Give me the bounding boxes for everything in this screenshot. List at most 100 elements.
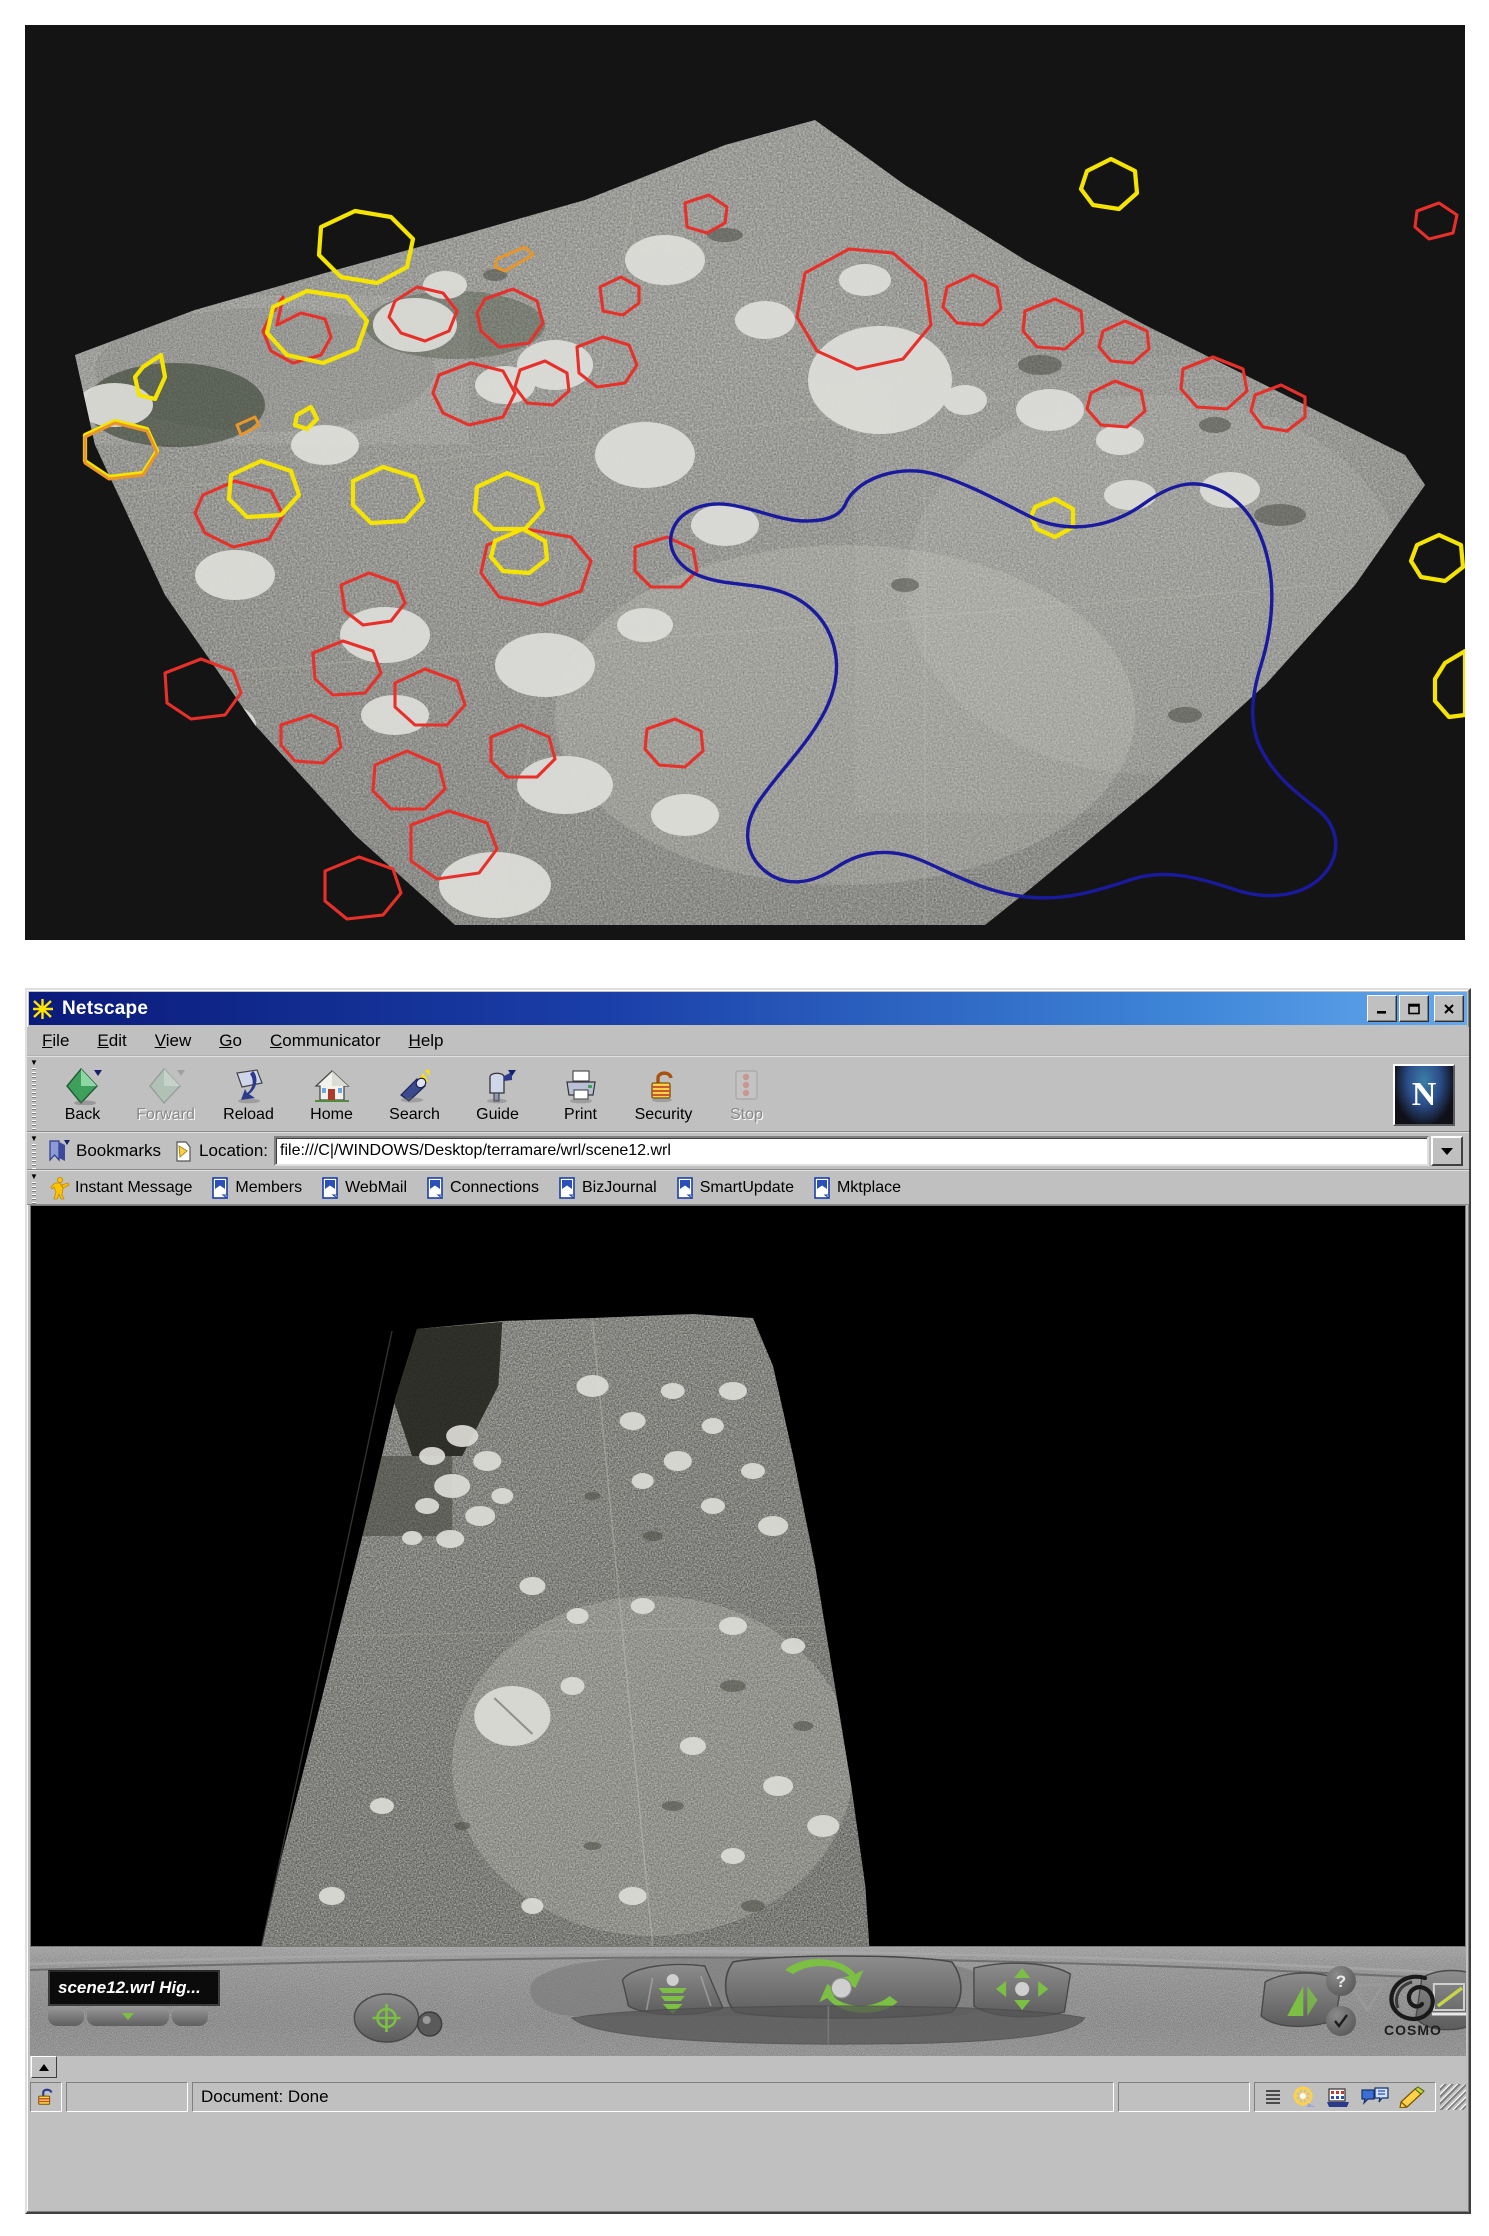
menu-file[interactable]: File <box>39 1029 72 1053</box>
vrml-viewport[interactable] <box>30 1205 1466 1947</box>
search-flashlight-icon <box>395 1065 435 1105</box>
printer-icon <box>561 1065 601 1105</box>
home-button[interactable]: Home <box>290 1059 373 1129</box>
mailbox-icon[interactable] <box>1325 2086 1351 2108</box>
navigation-toolbar: ▼ Back Forward Reload Home Search Guide … <box>27 1056 1469 1132</box>
cosmo-spiral-logo <box>1389 1974 1435 2022</box>
personal-item-label: Connections <box>450 1178 539 1196</box>
reload-button[interactable]: Reload <box>207 1059 290 1129</box>
task-list-icon[interactable] <box>1263 2087 1283 2107</box>
bookmark-icon <box>49 1140 70 1162</box>
cosmo-brand: COSMO <box>1374 1968 1452 2046</box>
personal-item-label: BizJournal <box>582 1178 657 1196</box>
personal-item-label: Members <box>235 1178 303 1196</box>
statusbar: Document: Done <box>30 2080 1466 2114</box>
personal-item-members[interactable]: Members <box>201 1173 311 1202</box>
bookmarks-button[interactable]: Bookmarks <box>41 1135 171 1167</box>
checkmark-icon <box>1334 2014 1348 2028</box>
composer-icon[interactable] <box>1399 2086 1427 2108</box>
security-status-button[interactable] <box>30 2082 62 2112</box>
toolbar-grip-navigation[interactable]: ▼ <box>27 1057 41 1131</box>
viewpoint-list-button[interactable] <box>87 2006 169 2026</box>
component-bar <box>1254 2082 1436 2112</box>
chevron-up-icon <box>39 2063 49 2071</box>
reload-button-label: Reload <box>223 1105 274 1123</box>
page-icon <box>176 1141 191 1162</box>
security-lock-icon <box>644 1065 684 1105</box>
security-unlocked-icon <box>38 2088 53 2105</box>
menu-go[interactable]: Go <box>216 1029 245 1053</box>
chevron-down-icon <box>122 2013 134 2020</box>
personal-item-connections[interactable]: Connections <box>416 1173 548 1202</box>
stop-button-label: Stop <box>730 1105 763 1123</box>
personal-item-label: Mktplace <box>836 1178 901 1196</box>
guide-button-label: Guide <box>476 1105 519 1123</box>
cosmo-aux-buttons: ? <box>1326 1966 1362 2042</box>
vrml-terrain-render <box>31 1206 1465 1946</box>
menubar: File Edit View Go Communicator Help <box>27 1027 1469 1056</box>
personal-item-mktplace[interactable]: Mktplace <box>803 1173 910 1202</box>
status-message: Document: Done <box>192 2082 1114 2112</box>
forward-button[interactable]: Forward <box>124 1059 207 1129</box>
personal-item-smartupdate[interactable]: SmartUpdate <box>666 1173 803 1202</box>
netscape-logo-letter: N <box>1411 1076 1437 1113</box>
personal-item-label: WebMail <box>345 1178 408 1196</box>
home-icon <box>312 1065 352 1105</box>
navigator-icon[interactable] <box>1292 2086 1316 2108</box>
bookmark-page-icon <box>676 1176 693 1199</box>
horizontal-scroll-region[interactable] <box>30 2056 1466 2078</box>
window-titlebar[interactable]: Netscape <box>29 992 1467 1025</box>
viewpoint-previous-button[interactable] <box>48 2006 84 2026</box>
maximize-button[interactable] <box>1399 995 1429 1022</box>
print-button[interactable]: Print <box>539 1059 622 1129</box>
guide-button[interactable]: Guide <box>456 1059 539 1129</box>
security-button[interactable]: Security <box>622 1059 705 1129</box>
bookmark-page-icon <box>212 1176 229 1199</box>
terrain-3d-render <box>25 25 1465 940</box>
guide-mailbox-icon <box>478 1065 518 1105</box>
back-button-label: Back <box>64 1105 101 1123</box>
personal-item-bizjournal[interactable]: BizJournal <box>548 1173 666 1202</box>
toolbar-grip-personal[interactable]: ▼ <box>27 1171 41 1204</box>
personal-item-label: SmartUpdate <box>699 1178 794 1196</box>
bookmark-page-icon <box>322 1176 338 1199</box>
personal-item-label: Instant Message <box>75 1178 193 1196</box>
back-button[interactable]: Back <box>41 1059 124 1129</box>
personal-toolbar: ▼ Instant Message Members WebMail Connec… <box>27 1170 1469 1205</box>
netscape-logo-button[interactable]: N <box>1393 1064 1455 1126</box>
location-dropdown-button[interactable] <box>1431 1136 1463 1166</box>
menu-edit[interactable]: Edit <box>94 1029 129 1053</box>
stop-icon <box>727 1065 767 1105</box>
menu-help[interactable]: Help <box>406 1029 447 1053</box>
personal-item-instant-message[interactable]: Instant Message <box>41 1173 201 1202</box>
bookmark-page-icon <box>427 1176 443 1199</box>
menu-view[interactable]: View <box>152 1029 195 1053</box>
cosmo-wordmark: COSMO <box>1384 2022 1442 2038</box>
search-button-label: Search <box>389 1105 440 1123</box>
question-mark-icon: ? <box>1335 1971 1347 1991</box>
discussions-icon[interactable] <box>1360 2086 1390 2108</box>
stop-button[interactable]: Stop <box>705 1059 788 1129</box>
netscape-ship-wheel-icon <box>33 998 53 1019</box>
personal-item-webmail[interactable]: WebMail <box>311 1173 416 1202</box>
menu-communicator[interactable]: Communicator <box>267 1029 384 1053</box>
preferences-button[interactable] <box>1326 2006 1356 2036</box>
close-button[interactable] <box>1434 995 1464 1022</box>
print-button-label: Print <box>564 1105 597 1123</box>
search-button[interactable]: Search <box>373 1059 456 1129</box>
reload-icon <box>229 1065 269 1105</box>
cosmo-dashboard-background <box>30 1948 1466 2056</box>
viewpoint-name: scene12.wrl Hig... <box>58 1978 201 1997</box>
chevron-down-icon <box>1441 1147 1453 1155</box>
resize-grip-icon[interactable] <box>1440 2084 1466 2110</box>
toolbar-grip-location[interactable]: ▼ <box>27 1133 41 1169</box>
location-label: Location: <box>199 1141 269 1160</box>
minimize-button[interactable] <box>1367 995 1397 1022</box>
netscape-browser-window: Netscape File Edit View Go Communicator … <box>25 988 1471 2214</box>
location-input[interactable]: file:///C|/WINDOWS/Desktop/terramare/wrl… <box>274 1136 1429 1166</box>
viewpoint-chooser[interactable] <box>48 2006 208 2026</box>
progress-indicator <box>66 2082 188 2112</box>
help-button[interactable]: ? <box>1326 1966 1356 1996</box>
viewpoint-next-button[interactable] <box>172 2006 208 2026</box>
scroll-up-nub[interactable] <box>31 2056 57 2078</box>
